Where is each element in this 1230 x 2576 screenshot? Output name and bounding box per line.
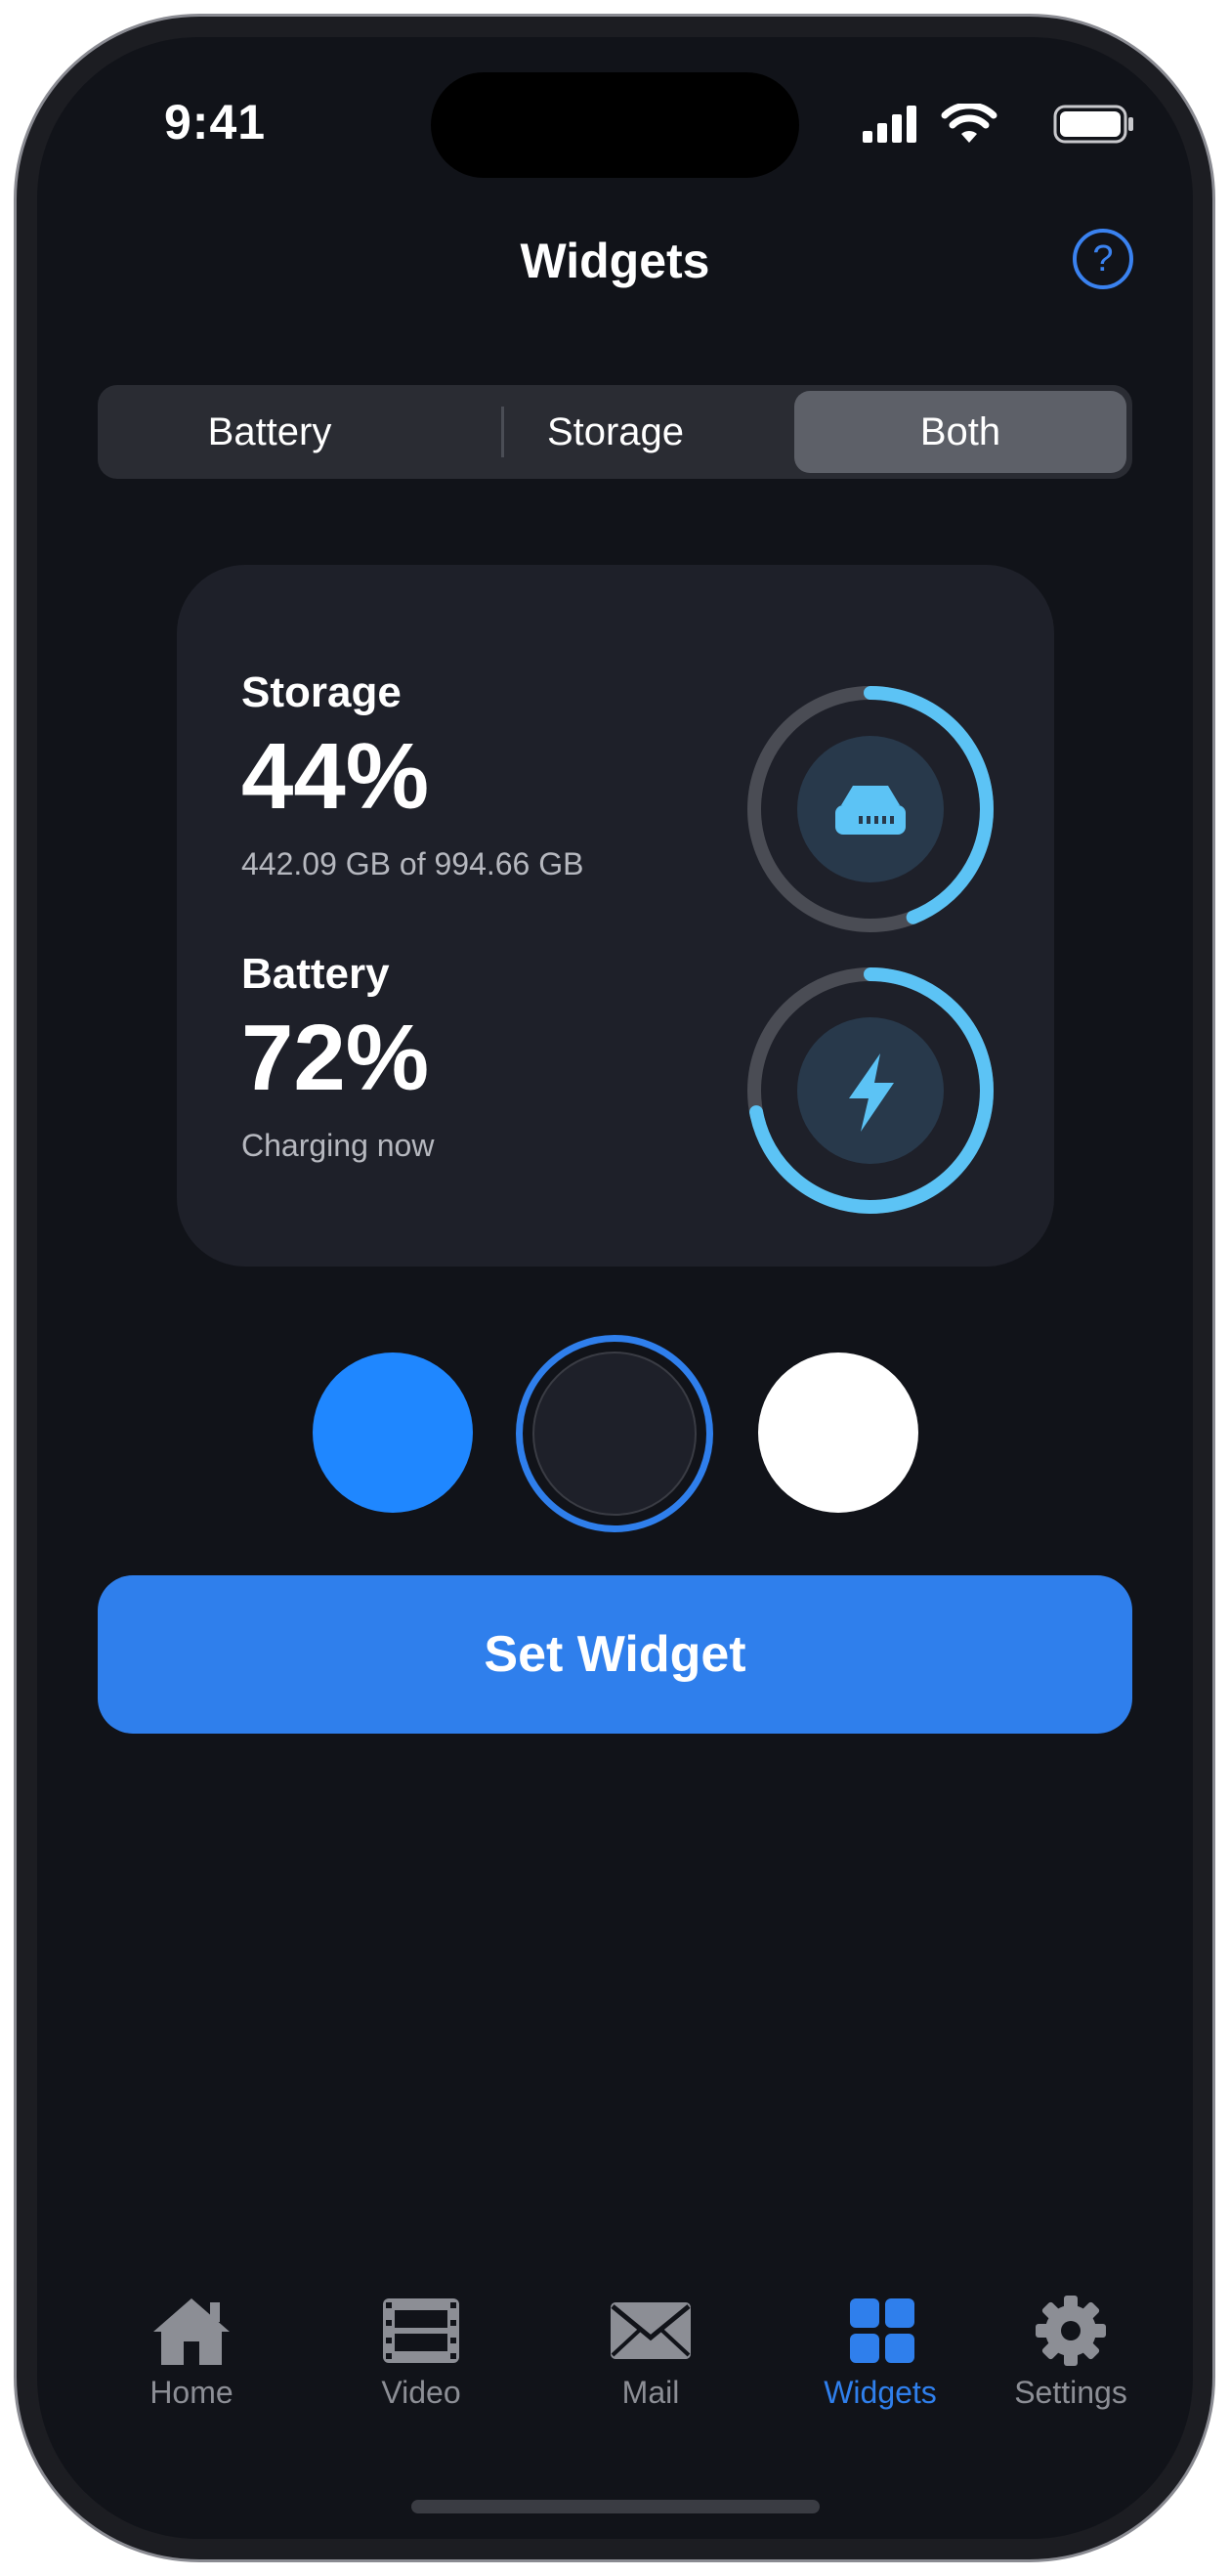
color-swatch-white[interactable] [758,1352,918,1513]
color-swatch-dark-inner [532,1352,697,1516]
storage-label: Storage [241,668,402,716]
set-widget-button[interactable]: Set Widget [98,1575,1132,1734]
page-title: Widgets [520,234,710,288]
wifi-icon [941,104,997,143]
tab-home[interactable]: Home [113,2295,270,2411]
battery-percent: 72% [241,1006,430,1110]
tab-mail-label: Mail [621,2375,680,2410]
dynamic-island [431,72,799,178]
tab-settings[interactable]: Settings [993,2295,1149,2411]
tab-widgets-label: Widgets [824,2375,937,2410]
battery-icon [1053,105,1133,144]
video-icon [383,2298,459,2363]
signal-icon [863,106,916,143]
mail-icon [611,2302,691,2359]
tab-widgets[interactable]: Widgets [802,2295,958,2411]
tab-mail[interactable]: Mail [573,2295,729,2411]
home-indicator [411,2500,820,2513]
widget-preview-card: Storage 44% 442.09 GB of 994.66 GB Batte… [177,565,1054,1267]
storage-ring [747,686,994,932]
widgets-icon [850,2298,914,2363]
storage-percent: 44% [241,724,430,829]
app-screen: 9:41 Widgets ? Battery Storage Both Stor [37,37,1193,2539]
color-swatch-blue[interactable] [313,1352,473,1513]
tab-settings-label: Settings [1014,2375,1127,2410]
tab-home-label: Home [149,2375,233,2410]
segment-both[interactable]: Both [794,391,1126,473]
help-icon: ? [1092,238,1114,279]
color-swatch-dark[interactable] [516,1335,713,1532]
help-button[interactable]: ? [1073,229,1133,289]
storage-detail: 442.09 GB of 994.66 GB [241,846,584,881]
status-time: 9:41 [164,95,267,150]
tab-bar: Home Video Mail Widgets Settings [37,2295,1193,2441]
segment-battery[interactable]: Battery [104,391,436,473]
gear-icon [1036,2296,1106,2366]
battery-detail: Charging now [241,1128,435,1163]
widget-type-segmented-control: Battery Storage Both [98,385,1132,479]
battery-ring [747,967,994,1214]
battery-label: Battery [241,950,390,998]
tab-video-label: Video [381,2375,461,2410]
home-icon [153,2298,230,2365]
segment-storage[interactable]: Storage [449,391,782,473]
tab-video[interactable]: Video [343,2295,499,2411]
